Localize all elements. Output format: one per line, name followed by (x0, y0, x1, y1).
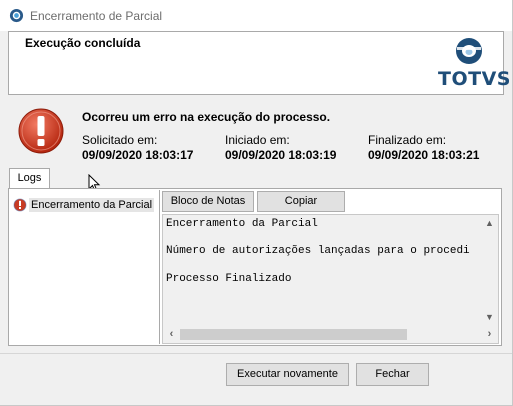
scroll-left-icon[interactable]: ‹ (163, 328, 180, 340)
requested-label: Solicitado em: (82, 133, 158, 147)
logs-panel: Encerramento da Parcial Bloco de Notas C… (8, 188, 502, 346)
app-icon (9, 8, 24, 23)
retry-button[interactable]: Executar novamente (226, 363, 349, 386)
dialog-window: Encerramento de Parcial Execução concluí… (0, 0, 513, 406)
scroll-down-icon[interactable]: ▼ (481, 312, 498, 322)
finished-value: 09/09/2020 18:03:21 (368, 148, 480, 162)
notepad-button[interactable]: Bloco de Notas (162, 191, 254, 212)
window-title: Encerramento de Parcial (30, 9, 163, 23)
error-message: Ocorreu um erro na execução do processo. (82, 110, 331, 124)
tree-item-label: Encerramento da Parcial (29, 198, 155, 212)
horizontal-scrollbar[interactable]: ‹ › (163, 326, 498, 343)
tree-item[interactable]: Encerramento da Parcial (13, 197, 155, 213)
log-line: Processo Finalizado (166, 273, 292, 285)
page-title: Execução concluída (25, 36, 141, 50)
error-icon (13, 198, 27, 212)
horizontal-scroll-thumb[interactable] (180, 329, 407, 340)
started-label: Iniciado em: (225, 133, 290, 147)
tab-logs[interactable]: Logs (9, 168, 50, 188)
requested-date: Solicitado em: 09/09/2020 18:03:17 (82, 133, 193, 162)
started-date: Iniciado em: 09/09/2020 18:03:19 (225, 133, 336, 162)
log-line: Encerramento da Parcial (166, 218, 318, 230)
error-icon (18, 108, 64, 154)
finished-label: Finalizado em: (368, 133, 447, 147)
log-line: Número de autorizações lançadas para o p… (166, 245, 470, 257)
started-value: 09/09/2020 18:03:19 (225, 148, 337, 162)
requested-value: 09/09/2020 18:03:17 (82, 148, 194, 162)
scroll-right-icon[interactable]: › (481, 328, 498, 340)
header-panel: Execução concluída TOTVS (8, 31, 511, 95)
process-tree[interactable]: Encerramento da Parcial (10, 190, 160, 344)
finished-date: Finalizado em: 09/09/2020 18:03:21 (368, 133, 479, 162)
scroll-up-icon[interactable]: ▲ (481, 218, 498, 228)
footer-divider (0, 353, 512, 354)
log-text-area[interactable]: Encerramento da Parcial Número de autori… (162, 214, 499, 344)
title-bar[interactable]: Encerramento de Parcial (0, 0, 512, 31)
copy-button[interactable]: Copiar (257, 191, 345, 212)
log-content: Encerramento da Parcial Número de autori… (163, 215, 481, 325)
logo-text: TOTVS (438, 68, 511, 90)
close-button[interactable]: Fechar (356, 363, 429, 386)
vertical-scrollbar[interactable]: ▲ ▼ (481, 215, 498, 325)
